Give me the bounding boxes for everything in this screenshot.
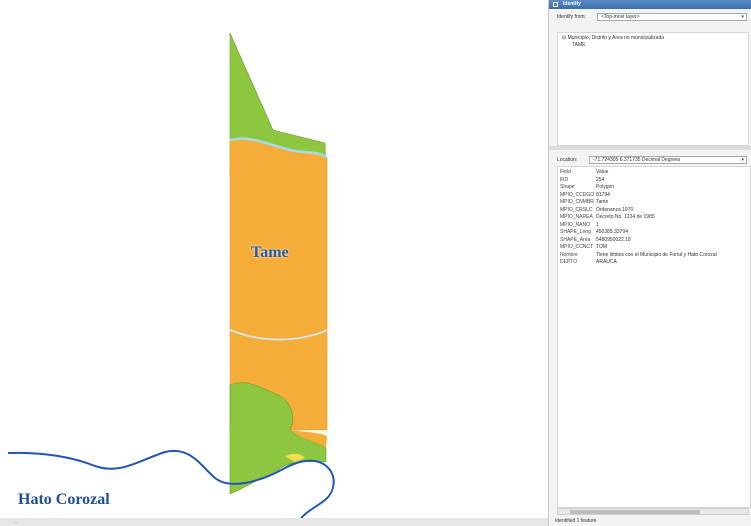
- horizontal-scrollbar[interactable]: [557, 508, 749, 515]
- attributes-table[interactable]: Field Value FID 254 Shape Polygon MPIO_CCDGO 81…: [557, 166, 751, 508]
- panel-title-bar[interactable]: Identify: [549, 0, 751, 9]
- status-bar: ...: [0, 518, 548, 526]
- attribute-key: MPIO_NANO: [560, 221, 591, 228]
- map-canvas: [7, 32, 335, 521]
- attribute-value: 81794: [596, 191, 610, 198]
- results-tree[interactable]: ⊟ Municipio, Distrito y Area no municipa…: [557, 32, 749, 146]
- identify-from-label: Identify from:: [557, 14, 586, 20]
- map-label-tame: Tame: [251, 244, 289, 261]
- attribute-value: Tame: [596, 199, 609, 205]
- attribute-value: 5480950022.18: [596, 236, 631, 243]
- attribute-value: Value: [596, 169, 609, 175]
- tree-item-layer[interactable]: ⊟ Municipio, Distrito y Area no municipa…: [562, 35, 664, 41]
- map-view[interactable]: Tame Hato Corozal ...: [0, 0, 548, 526]
- chevron-down-icon: ▾: [741, 14, 744, 20]
- panel-splitter[interactable]: [549, 146, 751, 150]
- attribute-key: MPIO_CNMBR: [560, 199, 594, 205]
- attribute-key: DEPTO: [560, 259, 578, 265]
- attribute-value: 254: [596, 176, 605, 183]
- attribute-value: Decreto No. 1234 de 1985: [596, 214, 655, 220]
- attribute-key: MPIO_NAREA: [560, 214, 593, 220]
- status-text: ...: [14, 519, 19, 525]
- location-value: -71.724305 6.371735 Decimal Degrees: [593, 157, 681, 163]
- attribute-value: Ordenanza 1970: [596, 206, 634, 213]
- attribute-key: MPIO_CCDGO: [560, 191, 595, 198]
- attribute-key: FID: [560, 176, 569, 183]
- attribute-key: MPIO_CCNCT: [560, 244, 594, 250]
- attribute-value: ARAUCA: [596, 259, 617, 265]
- scrollbar-thumb[interactable]: [570, 510, 700, 514]
- attribute-key: Nombre: [560, 251, 578, 258]
- tree-item-feature[interactable]: TAME: [572, 42, 586, 48]
- map-label-hato-corozal: Hato Corozal: [18, 491, 110, 508]
- attribute-key: SHAPE_Leng: [560, 229, 591, 235]
- attribute-value: Polygon: [596, 184, 615, 190]
- location-label: Location:: [557, 157, 578, 163]
- attribute-key: MPIO_CRSLC: [560, 206, 593, 213]
- identify-panel: Identify Identify from: <Top-most layer>…: [548, 0, 751, 526]
- panel-title: Identify: [563, 1, 581, 7]
- chevron-down-icon: ▾: [741, 157, 744, 163]
- attribute-value: 1: [596, 221, 599, 228]
- attribute-value: Tiene limites con el Municipio de Fortul…: [596, 251, 717, 258]
- identify-from-value: <Top-most layer>: [601, 14, 640, 20]
- status-footer: Identified 1 feature: [555, 518, 597, 524]
- attribute-value: 450385.33794: [596, 229, 628, 235]
- attribute-key: SHAPE_Area: [560, 236, 591, 243]
- identify-from-select[interactable]: <Top-most layer> ▾: [597, 13, 747, 21]
- pin-icon[interactable]: [553, 2, 558, 7]
- attribute-key: Field: [560, 169, 571, 175]
- location-select[interactable]: -71.724305 6.371735 Decimal Degrees ▾: [589, 156, 747, 164]
- attribute-value: TOM: [596, 244, 608, 250]
- tree-root-label: Municipio, Distrito y Area no municipali…: [567, 35, 665, 41]
- attribute-key: Shape: [560, 184, 575, 190]
